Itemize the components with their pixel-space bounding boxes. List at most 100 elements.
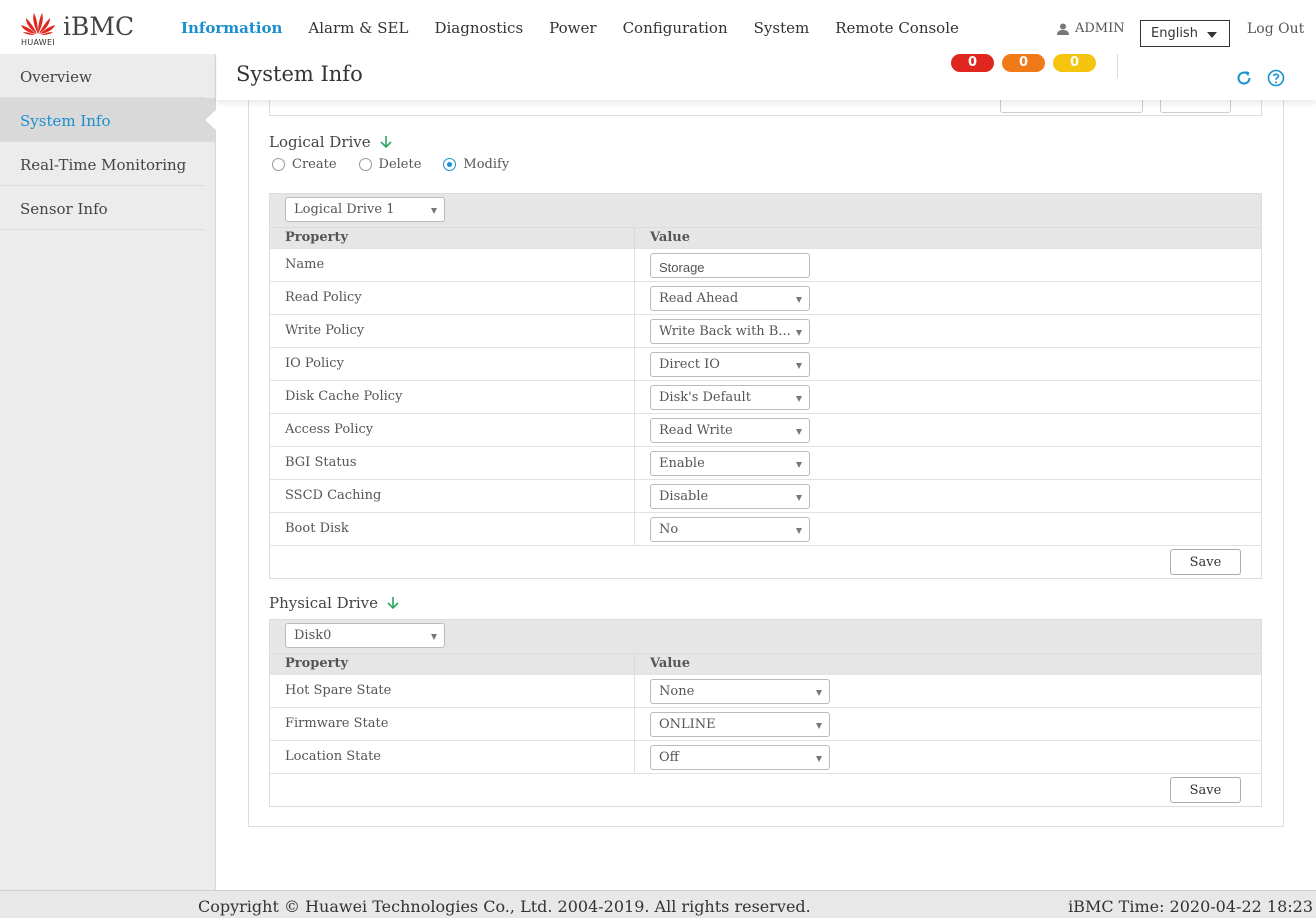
major-alarm-badge[interactable]: 0 [1002, 54, 1045, 72]
previous-section-button[interactable] [1160, 98, 1231, 113]
physical-drive-section-title[interactable]: Physical Drive [269, 594, 400, 612]
col-header-property: Property [285, 656, 349, 671]
bmc-time: iBMC Time: 2020-04-22 18:23 [1068, 897, 1313, 916]
sidebar-item-system-info[interactable]: System Info [0, 98, 216, 142]
radio-delete-label: Delete [378, 157, 422, 172]
row-property: Firmware State [285, 716, 389, 731]
sidebar-item-sensor-info[interactable]: Sensor Info [0, 186, 205, 230]
user-info: ADMIN [1057, 21, 1125, 36]
row-property: Hot Spare State [285, 683, 392, 698]
sscd-caching-select[interactable]: Disable [650, 484, 810, 509]
column-divider [634, 654, 635, 674]
physical-drive-select[interactable]: Disk0 [285, 623, 445, 648]
select-value: Disable [659, 489, 709, 504]
logical-drive-select[interactable]: Logical Drive 1 [285, 197, 445, 222]
write-policy-select[interactable]: Write Back with B... [650, 319, 810, 344]
radio-create[interactable]: Create [272, 157, 337, 172]
logical-drive-save-button[interactable]: Save [1170, 549, 1241, 575]
critical-alarm-badge[interactable]: 0 [951, 54, 994, 72]
select-value: No [659, 522, 679, 537]
logical-drive-mode-group: Create Delete Modify [272, 157, 531, 172]
help-icon[interactable] [1267, 69, 1285, 87]
column-divider [634, 447, 635, 479]
nav-configuration[interactable]: Configuration [610, 19, 741, 37]
logo[interactable]: HUAWEI iBMC [20, 10, 140, 50]
physical-drive-panel-toolbar: Disk0 [270, 620, 1261, 653]
radio-modify-dot[interactable] [443, 158, 457, 171]
language-select[interactable]: English [1140, 20, 1230, 47]
table-row: BGI Status Enable [270, 446, 1261, 479]
radio-create-dot[interactable] [272, 158, 285, 171]
row-property: BGI Status [285, 455, 357, 470]
column-divider [634, 414, 635, 446]
physical-drive-select-value: Disk0 [294, 628, 332, 643]
col-header-property: Property [285, 230, 349, 245]
logo-ibmc-text: iBMC [63, 12, 135, 41]
nav-remote-console[interactable]: Remote Console [822, 19, 972, 37]
select-value: Read Write [659, 423, 733, 438]
radio-create-label: Create [292, 157, 337, 172]
nav-diagnostics[interactable]: Diagnostics [421, 19, 536, 37]
table-row: Access Policy Read Write [270, 413, 1261, 446]
refresh-icon[interactable] [1235, 69, 1253, 87]
column-divider [634, 249, 635, 281]
user-name: ADMIN [1075, 21, 1125, 36]
row-property: Location State [285, 749, 382, 764]
dropdown-arrow-icon [796, 330, 802, 336]
logical-drive-section-title[interactable]: Logical Drive [269, 133, 393, 151]
nav-information[interactable]: Information [168, 19, 295, 37]
row-property: Disk Cache Policy [285, 389, 403, 404]
dropdown-arrow-icon [816, 723, 822, 729]
radio-delete-dot[interactable] [358, 158, 372, 171]
dropdown-arrow-icon [796, 297, 802, 303]
logical-drive-actions: Save [270, 545, 1261, 578]
page-title: System Info [236, 62, 363, 86]
minor-alarm-badge[interactable]: 0 [1053, 54, 1096, 72]
io-policy-select[interactable]: Direct IO [650, 352, 810, 377]
column-divider [634, 282, 635, 314]
firmware-state-select[interactable]: ONLINE [650, 712, 830, 737]
physical-drive-table-header: Property Value [270, 653, 1261, 674]
logical-drive-select-value: Logical Drive 1 [294, 202, 395, 217]
dropdown-arrow-icon [816, 690, 822, 696]
boot-disk-select[interactable]: No [650, 517, 810, 542]
sidebar-item-overview[interactable]: Overview [0, 54, 205, 98]
read-policy-select[interactable]: Read Ahead [650, 286, 810, 311]
bgi-status-select[interactable]: Enable [650, 451, 810, 476]
radio-modify[interactable]: Modify [443, 157, 509, 172]
column-divider [634, 228, 635, 248]
physical-drive-actions: Save [270, 773, 1261, 806]
table-row: Write Policy Write Back with B... [270, 314, 1261, 347]
table-row: Read Policy Read Ahead [270, 281, 1261, 314]
row-property: Name [285, 257, 325, 272]
column-divider [634, 675, 635, 707]
logout-link[interactable]: Log Out [1247, 21, 1304, 37]
hot-spare-state-select[interactable]: None [650, 679, 830, 704]
nav-system[interactable]: System [741, 19, 823, 37]
table-row: SSCD Caching Disable [270, 479, 1261, 512]
table-row: Firmware State ONLINE [270, 707, 1261, 740]
logical-drive-title: Logical Drive [269, 133, 371, 151]
select-value: Enable [659, 456, 705, 471]
column-divider [634, 708, 635, 740]
dropdown-arrow-icon [816, 756, 822, 762]
select-value: None [659, 684, 695, 699]
page-footer: Copyright © Huawei Technologies Co., Ltd… [0, 890, 1316, 918]
physical-drive-panel: Disk0 Property Value Hot Spare State Non… [269, 619, 1262, 807]
access-policy-select[interactable]: Read Write [650, 418, 810, 443]
sidebar-item-real-time-monitoring[interactable]: Real-Time Monitoring [0, 142, 205, 186]
dropdown-arrow-icon [796, 495, 802, 501]
table-row: Boot Disk No [270, 512, 1261, 545]
location-state-select[interactable]: Off [650, 745, 830, 770]
col-header-value: Value [650, 230, 690, 245]
physical-drive-save-button[interactable]: Save [1170, 777, 1241, 803]
nav-power[interactable]: Power [536, 19, 609, 37]
previous-section-control[interactable] [1000, 98, 1143, 113]
disk-cache-policy-select[interactable]: Disk's Default [650, 385, 810, 410]
language-selected: English [1151, 26, 1198, 41]
radio-delete[interactable]: Delete [358, 157, 422, 172]
nav-alarm-sel[interactable]: Alarm & SEL [295, 19, 421, 37]
name-input[interactable] [650, 253, 810, 278]
dropdown-arrow-icon [796, 528, 802, 534]
row-property: Read Policy [285, 290, 362, 305]
